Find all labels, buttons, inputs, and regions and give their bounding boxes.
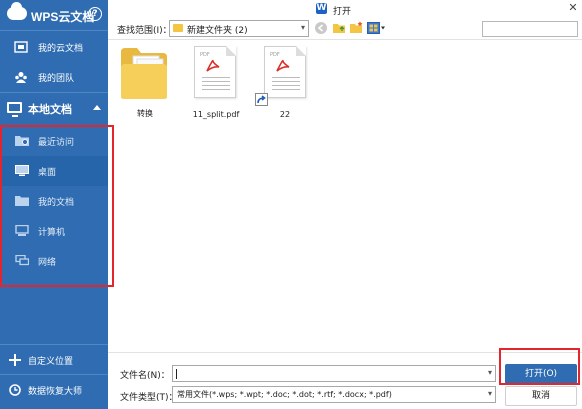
sidebar-item-label: 我的云文档 <box>38 44 84 54</box>
help-icon[interactable]: ? <box>88 7 102 21</box>
file-item-pdf[interactable]: PDF 11_split.pdf <box>190 46 242 119</box>
chevron-down-icon: ▾ <box>487 389 492 398</box>
filetype-value: 常用文件(*.wps; *.wpt; *.doc; *.dot; *.rtf; … <box>177 390 392 399</box>
text-line <box>202 89 230 90</box>
filename-label: 文件名(N)： <box>120 371 170 381</box>
pdf-file-icon: PDF <box>264 46 306 98</box>
filename-input[interactable]: ▾ <box>172 365 496 382</box>
text-line <box>272 77 300 78</box>
lookin-dropdown[interactable]: 新建文件夹 (2) ▾ <box>169 20 309 37</box>
highlight-box-sidebar <box>0 125 114 287</box>
lookin-label: 查找范围(I)： <box>117 26 172 36</box>
text-cursor <box>176 369 177 379</box>
cloud-logo-icon <box>7 2 27 20</box>
page-fold <box>296 46 306 56</box>
back-icon[interactable] <box>314 21 328 35</box>
pdf-logo-icon <box>206 59 220 72</box>
text-line <box>202 85 230 86</box>
file-item-folder[interactable]: 转换 <box>116 46 174 118</box>
new-folder-icon[interactable] <box>349 21 363 35</box>
highlight-box-open-button <box>499 348 580 385</box>
divider <box>0 92 108 93</box>
pdf-file-icon: PDF <box>194 46 236 98</box>
file-item-shortcut[interactable]: PDF 22 <box>255 46 315 119</box>
sidebar-item-label: 我的团队 <box>38 74 75 84</box>
pdf-logo-icon <box>276 59 290 72</box>
plus-icon <box>9 354 21 366</box>
section-label: 本地文档 <box>28 103 72 116</box>
team-icon <box>15 72 27 83</box>
recovery-icon <box>9 384 21 396</box>
sidebar-item-my-cloud-docs[interactable]: 我的云文档 <box>0 32 108 62</box>
title-bar: W 打开 ✕ <box>108 0 582 18</box>
file-name: 转换 <box>137 109 153 118</box>
shortcut-arrow-icon <box>255 93 268 106</box>
text-line <box>272 81 300 82</box>
folder-icon <box>173 24 183 32</box>
cancel-button[interactable]: 取消 <box>505 386 577 406</box>
filetype-select[interactable]: 常用文件(*.wps; *.wpt; *.doc; *.dot; *.rtf; … <box>172 386 496 403</box>
chevron-down-icon: ▾ <box>300 23 305 32</box>
filetype-label: 文件类型(T)： <box>120 393 178 403</box>
toolbar: 查找范围(I)： 新建文件夹 (2) ▾ <box>108 18 582 40</box>
data-recovery-label: 数据恢复大师 <box>28 387 83 397</box>
app-logo: WPS云文档 ? <box>0 0 108 30</box>
wps-writer-logo-icon: W <box>316 3 327 14</box>
divider <box>0 30 108 31</box>
up-folder-icon[interactable] <box>332 21 346 35</box>
text-line <box>202 81 230 82</box>
data-recovery-button[interactable]: 数据恢复大师 <box>0 378 108 402</box>
custom-location-label: 自定义位置 <box>28 357 74 367</box>
dialog-title: 打开 <box>333 7 352 17</box>
text-line <box>202 77 230 78</box>
file-name: 22 <box>279 110 291 119</box>
divider <box>0 374 108 375</box>
close-icon[interactable]: ✕ <box>566 1 580 15</box>
sidebar-item-my-team[interactable]: 我的团队 <box>0 62 108 92</box>
collapse-caret-icon[interactable] <box>93 105 101 110</box>
divider <box>0 344 108 345</box>
cloud-doc-icon <box>14 41 28 53</box>
open-file-dialog: WPS云文档 ? 我的云文档 我的团队 本地文档 最近访问 桌面 我的文档 计算… <box>0 0 582 409</box>
current-folder-name: 新建文件夹 (2) <box>187 26 248 36</box>
monitor-icon <box>7 102 22 117</box>
custom-location-button[interactable]: 自定义位置 <box>0 348 108 372</box>
search-input[interactable] <box>482 21 578 37</box>
page-fold <box>226 46 236 56</box>
folder-icon <box>121 48 167 99</box>
app-title: WPS云文档 <box>31 10 95 24</box>
text-line <box>272 85 300 86</box>
chevron-down-icon[interactable]: ▾ <box>488 368 492 377</box>
text-line <box>272 89 300 90</box>
file-name: 11_split.pdf <box>192 110 240 119</box>
local-docs-section[interactable]: 本地文档 <box>0 94 108 122</box>
view-menu-icon[interactable] <box>367 21 387 35</box>
